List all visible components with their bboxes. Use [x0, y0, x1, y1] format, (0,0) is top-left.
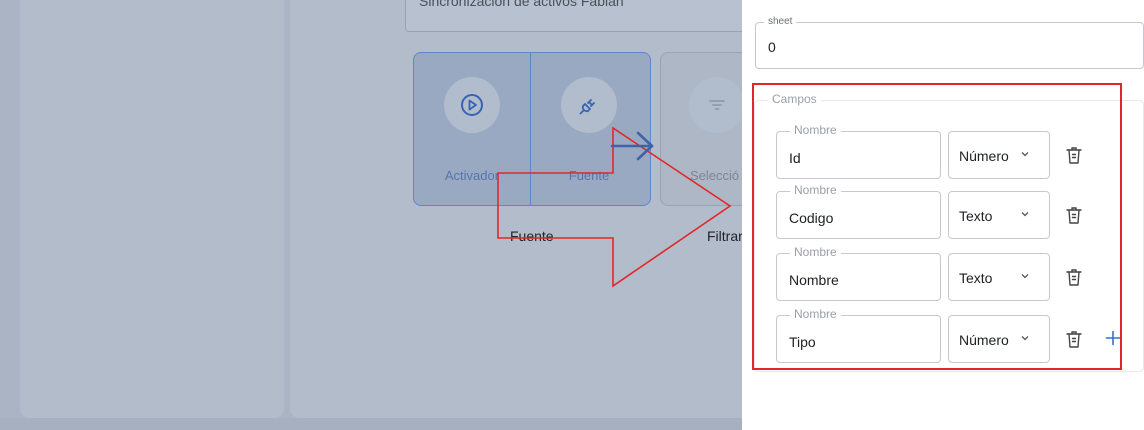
bottom-strip [0, 418, 742, 430]
field-type-select[interactable]: Número [948, 315, 1050, 363]
flow-node-group: Activador Fuente [413, 52, 651, 206]
chevron-down-icon [1021, 152, 1029, 157]
field-name-input[interactable]: Nombre Tipo [776, 308, 941, 363]
field-type-select[interactable]: Texto [948, 253, 1050, 301]
flow-name-value: Sincronización de activos Fabian [419, 0, 624, 9]
filtrar-caption: Filtrar [707, 228, 742, 244]
filter-icon [689, 77, 742, 133]
field-name-input[interactable]: Nombre Codigo [776, 184, 941, 239]
field-type-select[interactable]: Texto [948, 191, 1050, 239]
sheet-field[interactable]: sheet 0 [755, 16, 1144, 69]
node-trigger-label: Activador [444, 168, 500, 183]
chevron-down-icon [1021, 336, 1029, 341]
node-filter-label: Selecció [690, 168, 740, 183]
field-name-label: Nombre [790, 308, 841, 320]
chevron-down-icon [1021, 212, 1029, 217]
delete-field-icon[interactable] [1065, 329, 1083, 349]
field-name-label: Nombre [790, 246, 841, 258]
plug-icon [561, 77, 617, 133]
fuente-caption: Fuente [510, 228, 554, 244]
field-name-value: Id [789, 150, 801, 166]
node-filter: Selecció [660, 52, 742, 206]
sheet-value: 0 [768, 39, 776, 55]
add-field-icon[interactable] [1105, 330, 1121, 346]
field-name-label: Nombre [790, 124, 841, 136]
chevron-down-icon [1021, 274, 1029, 279]
node-trigger: Activador [414, 53, 530, 205]
field-name-input[interactable]: Nombre Nombre [776, 246, 941, 301]
field-type-value: Número [959, 148, 1009, 164]
field-name-value: Tipo [789, 334, 816, 350]
campos-legend: Campos [768, 93, 821, 105]
sheet-label: sheet [764, 16, 797, 28]
config-drawer: sheet 0 Campos Nombre Id Número Nombre C… [742, 0, 1144, 430]
field-name-value: Nombre [789, 272, 839, 288]
delete-field-icon[interactable] [1065, 205, 1083, 225]
node-source-label: Fuente [568, 168, 610, 183]
delete-field-icon[interactable] [1065, 267, 1083, 287]
field-name-value: Codigo [789, 210, 834, 226]
left-sidebar-panel [20, 0, 284, 418]
node-source: Fuente [531, 53, 647, 205]
field-type-value: Número [959, 332, 1009, 348]
field-type-value: Texto [959, 208, 993, 224]
delete-field-icon[interactable] [1065, 145, 1083, 165]
background-overlay[interactable]: Sincronización de activos Fabian Activad… [0, 0, 742, 430]
field-type-select[interactable]: Número [948, 131, 1050, 179]
flow-name-field: Sincronización de activos Fabian [405, 0, 742, 32]
campos-fieldset: Campos Nombre Id Número Nombre Codigo Te… [754, 93, 1144, 372]
field-name-input[interactable]: Nombre Id [776, 124, 941, 179]
field-type-value: Texto [959, 270, 993, 286]
field-name-label: Nombre [790, 184, 841, 196]
play-circle-icon [444, 77, 500, 133]
